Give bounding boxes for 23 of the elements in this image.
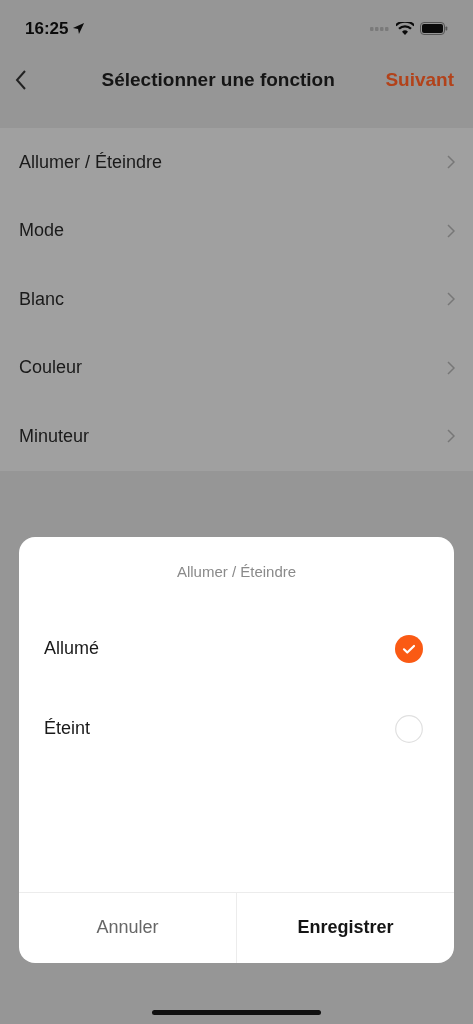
function-row[interactable]: Mode bbox=[0, 196, 473, 265]
battery-icon bbox=[420, 22, 448, 35]
chevron-right-icon bbox=[447, 292, 455, 307]
radio-icon[interactable] bbox=[395, 714, 423, 743]
checked-radio-icon[interactable] bbox=[395, 634, 423, 663]
option-row[interactable]: Allumé bbox=[19, 608, 454, 689]
dialog-title: Allumer / Éteindre bbox=[176, 562, 297, 583]
chevron-right-icon bbox=[447, 360, 455, 375]
function-row[interactable]: Minuteur bbox=[0, 402, 473, 471]
option-row[interactable]: Éteint bbox=[19, 688, 454, 769]
wifi-icon bbox=[396, 22, 414, 35]
cancel-button[interactable]: Annuler bbox=[19, 892, 237, 963]
chevron-right-icon bbox=[447, 223, 455, 238]
signal-icon bbox=[370, 25, 390, 32]
status-time: 16:25 bbox=[25, 17, 69, 40]
function-row[interactable]: Blanc bbox=[0, 265, 473, 334]
function-row[interactable]: Couleur bbox=[0, 333, 473, 402]
function-row[interactable]: Allumer / Éteindre bbox=[0, 128, 473, 197]
chevron-right-icon bbox=[447, 155, 455, 170]
chevron-right-icon bbox=[447, 429, 455, 444]
save-button[interactable]: Enregistrer bbox=[237, 892, 454, 963]
page-title: Sélectionner une fonction bbox=[101, 67, 335, 92]
location-arrow-icon bbox=[72, 22, 86, 35]
